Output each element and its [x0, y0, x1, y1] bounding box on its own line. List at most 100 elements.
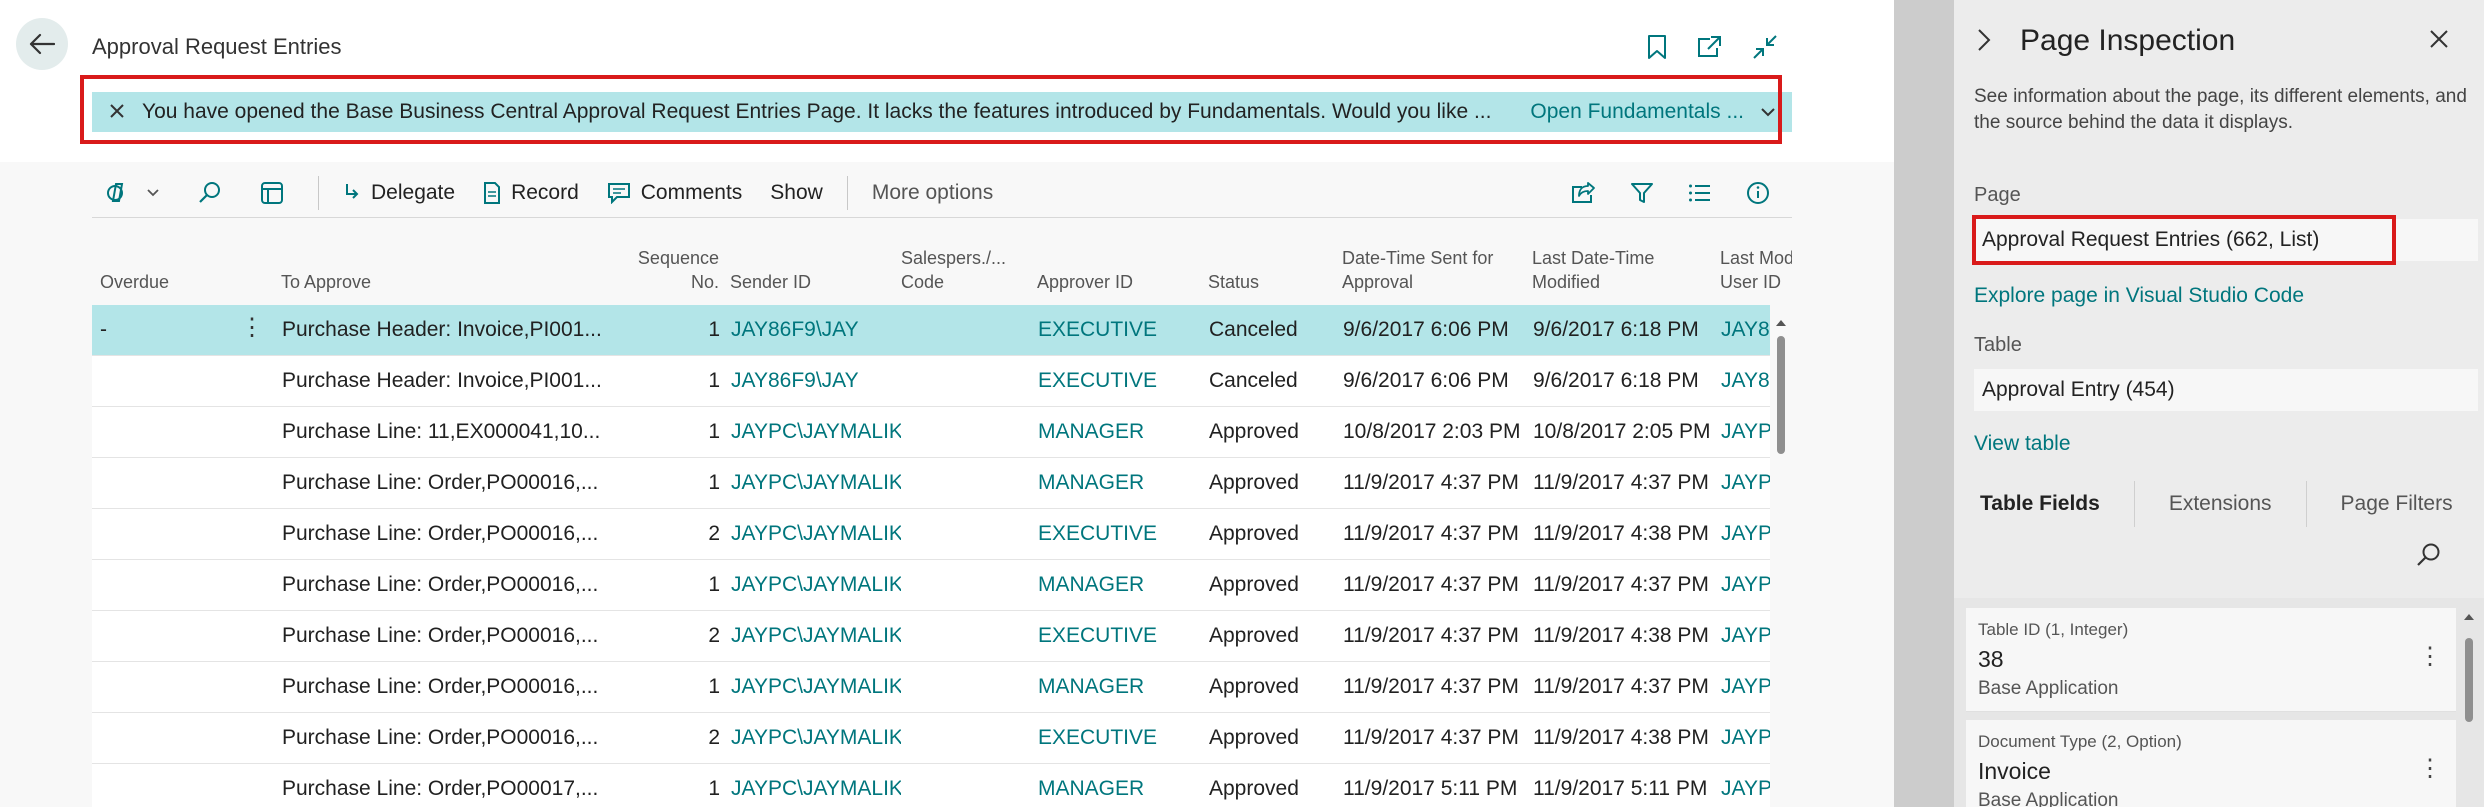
inspection-title: Page Inspection [2020, 24, 2236, 57]
bookmark-button[interactable] [1640, 30, 1674, 64]
row-actions-icon[interactable]: ⋮ [240, 305, 264, 351]
col-header-last-mod-user[interactable]: Last Mod User ID [1720, 246, 1792, 294]
cell-seq: 1 [708, 369, 720, 392]
cell-approver[interactable]: EXECUTIVE [1038, 713, 1198, 763]
col-header-sender-id[interactable]: Sender ID [730, 270, 811, 294]
table-row[interactable]: Purchase Line: Order,PO00016,... 2 JAYPC\J… [92, 611, 1770, 662]
table-row[interactable]: - Purchase Header: Invoice,PI001... 1 JAY86… [92, 305, 1770, 356]
col-header-approver-id[interactable]: Approver ID [1037, 270, 1133, 294]
table-scrollbar-thumb[interactable] [1777, 336, 1785, 454]
record-label: Record [511, 180, 579, 204]
field-card[interactable]: Document Type (2, Option) Invoice Base A… [1966, 720, 2456, 807]
table-row[interactable]: Purchase Line: Order,PO00016,... 1 JAYPC\J… [92, 458, 1770, 509]
info-button[interactable] [1734, 168, 1792, 218]
cell-moduser[interactable]: JAYPC [1721, 713, 1770, 763]
cell-moduser[interactable]: JAYPC [1721, 560, 1770, 610]
cell-approver[interactable]: MANAGER [1038, 662, 1198, 712]
tab-page-filters[interactable]: Page Filters [2341, 478, 2453, 530]
arrow-left-icon [29, 33, 55, 55]
search-button[interactable] [184, 168, 246, 218]
cell-moduser[interactable]: JAYPC [1721, 764, 1770, 807]
cell-moduser[interactable]: JAY86 [1721, 356, 1770, 406]
cell-sender[interactable]: JAYPC\JAYMALIK [731, 764, 901, 807]
cell-seq: 1 [708, 777, 720, 800]
cell-moduser[interactable]: JAYPC [1721, 458, 1770, 508]
field-card[interactable]: Table ID (1, Integer) 38 Base Applicatio… [1966, 608, 2456, 712]
inspection-expand-button[interactable] [1976, 28, 1992, 57]
open-new-window-button[interactable] [1692, 30, 1726, 64]
cell-modified: 11/9/2017 4:37 PM [1533, 471, 1709, 494]
col-header-sequence-no[interactable]: Sequence No. [619, 246, 719, 294]
delegate-button[interactable]: Delegate [329, 168, 469, 218]
share-button[interactable] [1558, 168, 1618, 218]
cell-approver[interactable]: EXECUTIVE [1038, 509, 1198, 559]
table-row[interactable]: Purchase Line: Order,PO00017,... 1 JAYPC\J… [92, 764, 1770, 807]
cell-sender[interactable]: JAYPC\JAYMALIK [731, 713, 901, 763]
col-header-last-modified[interactable]: Last Date-Time Modified [1532, 246, 1654, 294]
more-options-button[interactable]: More options [858, 168, 1007, 218]
inspection-close-button[interactable] [2428, 28, 2450, 55]
collapse-icon [1753, 35, 1777, 59]
cell-sender[interactable]: JAYPC\JAYMALIK [731, 458, 901, 508]
cell-approver[interactable]: MANAGER [1038, 407, 1198, 457]
scroll-up-arrow-icon [2464, 614, 2474, 620]
cell-sender[interactable]: JAYPC\JAYMALIK [731, 560, 901, 610]
explore-page-link[interactable]: Explore page in Visual Studio Code [1974, 284, 2304, 308]
highlight-box-page [1972, 215, 2396, 265]
table-row[interactable]: Purchase Line: Order,PO00016,... 2 JAYPC\J… [92, 713, 1770, 764]
cell-sender[interactable]: JAYPC\JAYMALIK [731, 662, 901, 712]
cell-moduser[interactable]: JAYPC [1721, 509, 1770, 559]
cell-sender[interactable]: JAYPC\JAYMALIK [731, 611, 901, 661]
fields-search-button[interactable] [2416, 542, 2442, 573]
view-options-button[interactable] [92, 168, 184, 218]
edit-list-button[interactable] [246, 168, 308, 218]
table-scrollbar[interactable] [1774, 312, 1788, 807]
table-row[interactable]: Purchase Header: Invoice,PI001... 1 JAY86F… [92, 356, 1770, 407]
document-icon [484, 181, 501, 204]
cell-moduser[interactable]: JAYPC [1721, 611, 1770, 661]
col-header-to-approve[interactable]: To Approve [281, 270, 371, 294]
cell-moduser[interactable]: JAYPC [1721, 407, 1770, 457]
cell-approver[interactable]: EXECUTIVE [1038, 356, 1198, 406]
record-button[interactable]: Record [469, 168, 593, 218]
cell-approver[interactable]: MANAGER [1038, 560, 1198, 610]
col-header-overdue[interactable]: Overdue [100, 270, 169, 294]
cell-sent: 11/9/2017 4:37 PM [1343, 522, 1519, 545]
tab-extensions[interactable]: Extensions [2169, 478, 2272, 530]
fields-scrollbar-thumb[interactable] [2465, 638, 2473, 722]
col-header-date-time-sent[interactable]: Date-Time Sent for Approval [1342, 246, 1493, 294]
cell-to-approve: Purchase Line: Order,PO00016,... [282, 471, 599, 494]
cell-seq: 2 [708, 624, 720, 647]
cell-approver[interactable]: MANAGER [1038, 458, 1198, 508]
cell-moduser[interactable]: JAY86 [1721, 305, 1770, 355]
comments-button[interactable]: Comments [593, 168, 757, 218]
table-row[interactable]: Purchase Line: Order,PO00016,... 1 JAYPC\J… [92, 662, 1770, 713]
filter-button[interactable] [1618, 168, 1676, 218]
back-button[interactable] [16, 18, 68, 70]
table-row[interactable]: Purchase Line: 11,EX000041,10... 1 JAYPC\J… [92, 407, 1770, 458]
cell-approver[interactable]: EXECUTIVE [1038, 305, 1198, 355]
field-card-more-icon[interactable]: ⋮ [2418, 642, 2442, 671]
cell-approver[interactable]: MANAGER [1038, 764, 1198, 807]
tab-table-fields[interactable]: Table Fields [1974, 478, 2100, 530]
field-card-value: Invoice [1978, 758, 2051, 784]
cell-to-approve: Purchase Line: Order,PO00016,... [282, 522, 599, 545]
cell-sender[interactable]: JAYPC\JAYMALIK [731, 509, 901, 559]
fields-scrollbar[interactable] [2458, 608, 2480, 807]
col-header-status[interactable]: Status [1208, 270, 1259, 294]
table-row[interactable]: Purchase Line: Order,PO00016,... 1 JAYPC\J… [92, 560, 1770, 611]
col-header-salespers-code[interactable]: Salespers./... Code [901, 246, 1006, 294]
cell-sender[interactable]: JAY86F9\JAY [731, 356, 901, 406]
table-row[interactable]: Purchase Line: Order,PO00016,... 2 JAYPC\J… [92, 509, 1770, 560]
cell-sent: 9/6/2017 6:06 PM [1343, 369, 1509, 392]
cell-sender[interactable]: JAY86F9\JAY [731, 305, 901, 355]
collapse-button[interactable] [1748, 30, 1782, 64]
show-button[interactable]: Show [756, 168, 837, 218]
view-table-link[interactable]: View table [1974, 432, 2071, 456]
cell-sender[interactable]: JAYPC\JAYMALIK [731, 407, 901, 457]
list-view-button[interactable] [1676, 168, 1734, 218]
field-card-more-icon[interactable]: ⋮ [2418, 754, 2442, 783]
cell-moduser[interactable]: JAYPC [1721, 662, 1770, 712]
cell-approver[interactable]: EXECUTIVE [1038, 611, 1198, 661]
cell-to-approve: Purchase Line: Order,PO00016,... [282, 675, 599, 698]
